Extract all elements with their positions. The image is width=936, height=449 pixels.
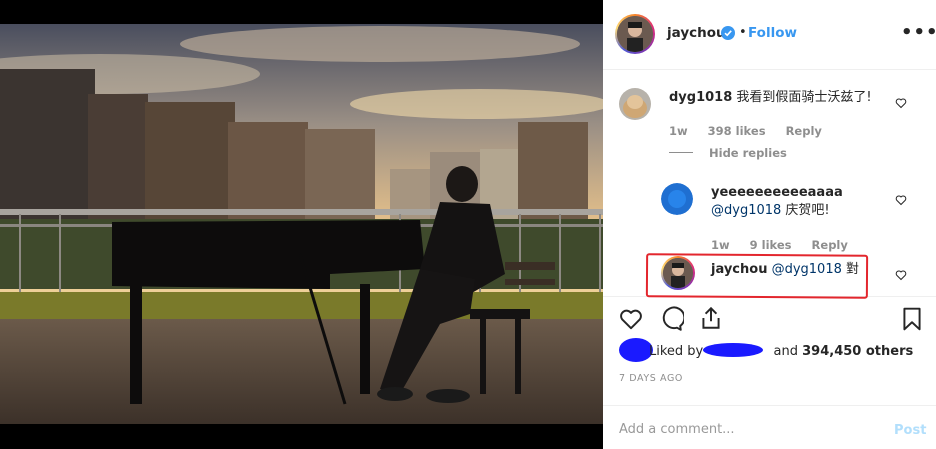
like-comment-heart-icon[interactable] (895, 269, 907, 281)
follow-button[interactable]: Follow (748, 25, 797, 41)
post-date: 7 DAYS AGO (619, 373, 683, 384)
post-header: jaychou • Follow ••• (603, 0, 936, 70)
post-photo (0, 24, 603, 424)
heart-icon[interactable] (618, 306, 644, 332)
post-sidebar: jaychou • Follow ••• dyg1018 我看到假面骑士沃兹了!… (603, 0, 936, 449)
comment-likes[interactable]: 9 likes (750, 238, 792, 252)
comment-body: 對 (841, 262, 860, 277)
comment-meta: 1w 9 likes Reply (711, 238, 864, 252)
and-label: and (773, 344, 798, 359)
like-comment-heart-icon[interactable] (895, 194, 907, 206)
like-comment-heart-icon[interactable] (895, 97, 907, 109)
comment-username[interactable]: dyg1018 (669, 90, 732, 105)
comment-username[interactable]: jaychou (711, 262, 767, 277)
separator-dot: • (739, 25, 747, 40)
comment-body: 庆贺吧! (781, 203, 830, 218)
comment-text: jaychou @dyg1018 對 (711, 261, 897, 279)
commenter-avatar[interactable] (619, 88, 651, 120)
mention-link[interactable]: @dyg1018 (711, 203, 781, 218)
post-image-panel (0, 0, 603, 449)
comment-meta: 1w 398 likes Reply (669, 124, 838, 138)
comment-icon[interactable] (658, 306, 684, 332)
verified-icon (721, 26, 735, 40)
post-actions: Liked by and 394,450 others 7 DAYS AGO P… (603, 296, 936, 449)
redacted-username (703, 343, 763, 357)
commenter-avatar[interactable] (661, 183, 693, 215)
hide-replies-line (669, 152, 693, 153)
reply-button[interactable]: Reply (786, 124, 822, 138)
comment-username[interactable]: yeeeeeeeeeeaaaa (711, 184, 897, 202)
others-count[interactable]: 394,450 others (802, 344, 913, 359)
comment-body: 我看到假面骑士沃兹了! (736, 90, 872, 105)
share-icon[interactable] (698, 305, 724, 331)
likes-summary: Liked by and 394,450 others (621, 344, 913, 359)
comment-text: dyg1018 我看到假面骑士沃兹了! (669, 89, 895, 107)
comment-time: 1w (711, 238, 730, 252)
author-username[interactable]: jaychou (667, 25, 726, 41)
hide-replies-button[interactable]: Hide replies (709, 146, 787, 160)
comment-text: yeeeeeeeeeeaaaa @dyg1018 庆贺吧! (711, 184, 897, 220)
add-comment-bar: Post (603, 405, 936, 449)
author-avatar[interactable] (615, 14, 655, 54)
commenter-avatar[interactable] (661, 256, 695, 290)
comment-likes[interactable]: 398 likes (708, 124, 766, 138)
comment-time: 1w (669, 124, 688, 138)
comment-input[interactable] (619, 417, 879, 441)
more-icon[interactable]: ••• (901, 22, 936, 43)
liked-by-label: Liked by (649, 344, 704, 359)
mention-link[interactable]: @dyg1018 (772, 262, 842, 277)
post-button[interactable]: Post (894, 423, 926, 438)
bookmark-icon[interactable] (899, 306, 925, 332)
reply-button[interactable]: Reply (812, 238, 848, 252)
